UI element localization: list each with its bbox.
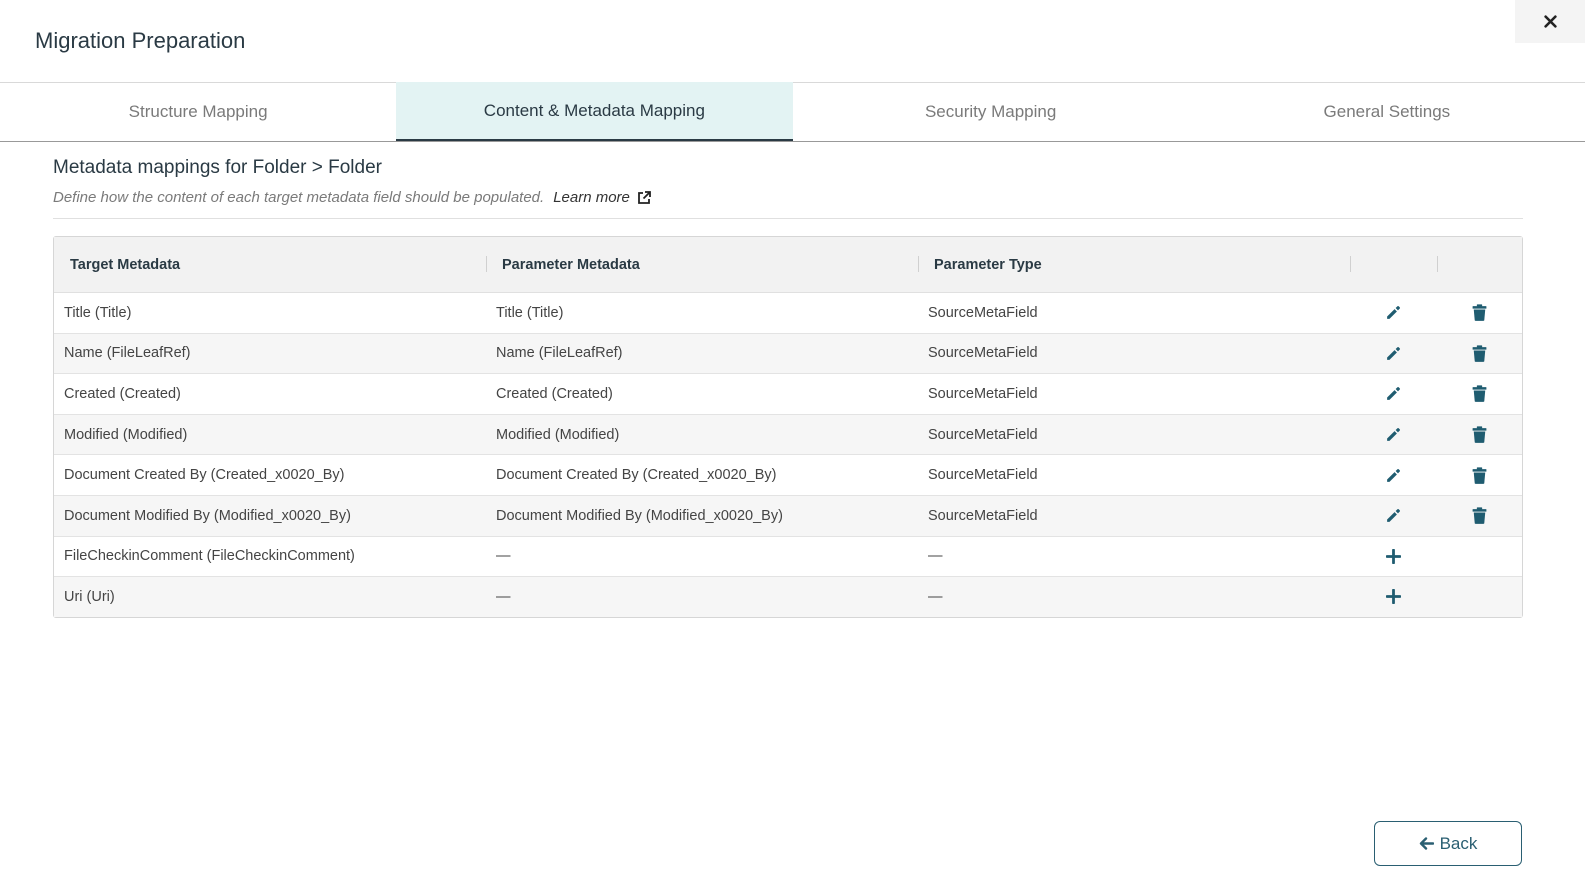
delete-button[interactable]	[1437, 496, 1522, 536]
edit-button[interactable]	[1350, 455, 1437, 495]
column-header-edit	[1350, 237, 1437, 292]
delete-icon	[1472, 507, 1487, 525]
cell-parameter-metadata: —	[496, 548, 511, 565]
section-description: Define how the content of each target me…	[53, 189, 651, 206]
learn-more-label: Learn more	[553, 189, 630, 206]
cell-target-metadata: Document Modified By (Modified_x0020_By)	[64, 507, 351, 524]
cell-parameter-type: SourceMetaField	[928, 507, 1038, 524]
edit-icon	[1385, 467, 1402, 484]
table-row: Name (FileLeafRef) Name (FileLeafRef) Sour…	[54, 333, 1522, 375]
delete-icon	[1472, 304, 1487, 322]
column-header-parameter-metadata[interactable]: Parameter Metadata	[486, 237, 918, 292]
add-button[interactable]	[1350, 537, 1437, 577]
tab-structure-mapping[interactable]: Structure Mapping	[0, 82, 396, 141]
cell-parameter-metadata: Document Created By (Created_x0020_By)	[496, 467, 777, 484]
edit-icon	[1385, 507, 1402, 524]
edit-icon	[1385, 345, 1402, 362]
edit-icon	[1385, 385, 1402, 402]
table-header: Target Metadata Parameter Metadata Param…	[54, 237, 1522, 293]
edit-button[interactable]	[1350, 334, 1437, 374]
edit-button[interactable]	[1350, 496, 1437, 536]
table-row: Document Created By (Created_x0020_By) Do…	[54, 455, 1522, 496]
close-button[interactable]	[1515, 0, 1585, 43]
description-text: Define how the content of each target me…	[53, 189, 545, 206]
table-row: Modified (Modified) Modified (Modified) So…	[54, 414, 1522, 456]
table-row: FileCheckinComment (FileCheckinComment) —…	[54, 537, 1522, 578]
edit-icon	[1385, 426, 1402, 443]
delete-icon	[1472, 385, 1487, 403]
edit-button[interactable]	[1350, 415, 1437, 455]
add-icon	[1386, 548, 1401, 564]
cell-parameter-type: —	[928, 588, 943, 605]
cell-target-metadata: FileCheckinComment (FileCheckinComment)	[64, 548, 355, 565]
header: Migration Preparation	[0, 0, 1585, 83]
cell-target-metadata: Title (Title)	[64, 304, 132, 321]
tab-security-mapping[interactable]: Security Mapping	[793, 82, 1189, 141]
cell-target-metadata: Modified (Modified)	[64, 426, 188, 443]
section-title: Metadata mappings for Folder > Folder	[53, 157, 382, 178]
table-row: Created (Created) Created (Created) Source…	[54, 374, 1522, 415]
table-row: Uri (Uri) — —	[54, 577, 1522, 617]
cell-parameter-type: SourceMetaField	[928, 304, 1038, 321]
cell-parameter-metadata: Modified (Modified)	[496, 426, 620, 443]
empty-action-cell	[1437, 537, 1522, 577]
column-header-parameter-type[interactable]: Parameter Type	[918, 237, 1350, 292]
cell-parameter-metadata: Name (FileLeafRef)	[496, 345, 623, 362]
delete-button[interactable]	[1437, 374, 1522, 414]
cell-parameter-type: SourceMetaField	[928, 426, 1038, 443]
delete-icon	[1472, 426, 1487, 443]
cell-parameter-type: SourceMetaField	[928, 345, 1038, 362]
delete-button[interactable]	[1437, 293, 1522, 333]
divider	[53, 218, 1523, 219]
add-button[interactable]	[1350, 577, 1437, 617]
cell-parameter-type: —	[928, 548, 943, 565]
cell-parameter-type: SourceMetaField	[928, 467, 1038, 484]
cell-target-metadata: Uri (Uri)	[64, 588, 115, 605]
cell-target-metadata: Document Created By (Created_x0020_By)	[64, 467, 345, 484]
edit-button[interactable]	[1350, 293, 1437, 333]
column-header-target-metadata[interactable]: Target Metadata	[54, 237, 486, 292]
metadata-mapping-table: Target Metadata Parameter Metadata Param…	[53, 236, 1523, 618]
delete-icon	[1472, 345, 1487, 362]
tab-content-metadata-mapping[interactable]: Content & Metadata Mapping	[396, 82, 793, 141]
cell-parameter-metadata: —	[496, 588, 511, 605]
tab-general-settings[interactable]: General Settings	[1189, 82, 1585, 141]
table-body: Title (Title) Title (Title) SourceMetaFiel…	[54, 293, 1522, 617]
delete-button[interactable]	[1437, 415, 1522, 455]
close-icon	[1543, 15, 1557, 28]
page-title: Migration Preparation	[35, 28, 246, 53]
cell-target-metadata: Name (FileLeafRef)	[64, 345, 191, 362]
edit-icon	[1385, 304, 1402, 321]
back-button[interactable]: Back	[1374, 821, 1522, 866]
cell-parameter-metadata: Document Modified By (Modified_x0020_By)	[496, 507, 783, 524]
column-header-delete	[1437, 237, 1522, 292]
table-row: Document Modified By (Modified_x0020_By)…	[54, 495, 1522, 537]
delete-icon	[1472, 466, 1487, 484]
tab-bar: Structure Mapping Content & Metadata Map…	[0, 82, 1585, 142]
table-row: Title (Title) Title (Title) SourceMetaFiel…	[54, 293, 1522, 334]
add-icon	[1386, 589, 1401, 605]
cell-parameter-type: SourceMetaField	[928, 385, 1038, 402]
cell-target-metadata: Created (Created)	[64, 385, 181, 402]
edit-button[interactable]	[1350, 374, 1437, 414]
back-label: Back	[1439, 833, 1478, 853]
cell-parameter-metadata: Created (Created)	[496, 385, 613, 402]
arrow-left-icon	[1419, 837, 1434, 850]
empty-action-cell	[1437, 577, 1522, 617]
external-link-icon	[638, 190, 651, 204]
delete-button[interactable]	[1437, 334, 1522, 374]
delete-button[interactable]	[1437, 455, 1522, 495]
cell-parameter-metadata: Title (Title)	[496, 304, 564, 321]
learn-more-link[interactable]: Learn more	[553, 189, 651, 206]
